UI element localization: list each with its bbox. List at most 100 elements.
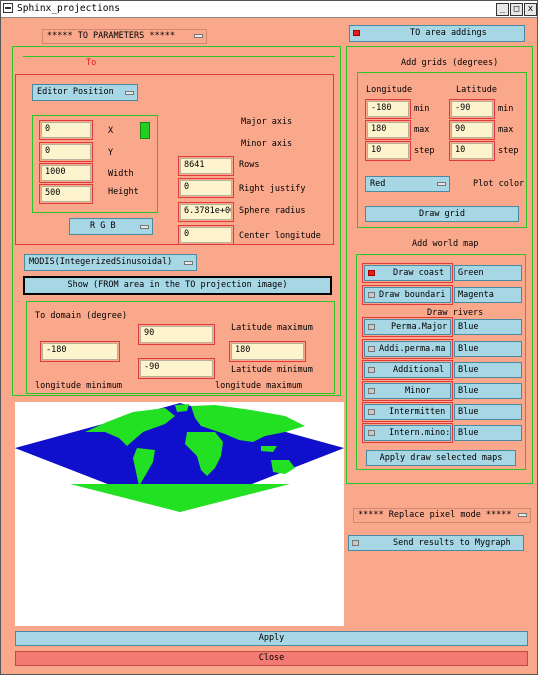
width-field-frame: 1000	[39, 163, 93, 183]
window-menu-icon[interactable]	[3, 3, 13, 13]
editor-position-label: Editor Position	[37, 87, 114, 97]
river-toggle-addi-perma[interactable]: Addi.perma.ma	[364, 341, 451, 357]
grid-lat-max-label: max	[498, 125, 514, 135]
grid-lat-min-input[interactable]: -90	[451, 101, 493, 117]
send-results-label: Send results to Mygraph	[393, 538, 511, 548]
height-label: Height	[108, 187, 139, 197]
river-label: Perma.Major	[391, 322, 448, 332]
apply-draw-selected-button[interactable]: Apply draw selected maps	[366, 450, 516, 466]
grid-lon-min-frame: -180	[365, 99, 411, 119]
minimize-button[interactable]: _	[496, 3, 509, 16]
toggle-indicator-icon	[368, 324, 375, 330]
grid-lat-step-frame: 10	[449, 141, 495, 161]
toggle-indicator-icon	[368, 270, 375, 276]
grid-lon-step-frame: 10	[365, 141, 411, 161]
draw-boundaries-label: Draw boundari	[379, 290, 446, 300]
lon-min-input[interactable]: -180	[42, 343, 118, 360]
river-toggle-additional[interactable]: Additional	[364, 362, 451, 378]
river-color-button[interactable]: Blue	[454, 404, 522, 420]
to-area-addings-label: TO area addings	[410, 28, 487, 38]
chevron-down-icon	[184, 261, 193, 265]
river-color-button[interactable]: Blue	[454, 383, 522, 399]
toggle-indicator-icon	[352, 540, 359, 546]
grid-lat-step-input[interactable]: 10	[451, 143, 493, 159]
lat-min-input[interactable]: 180	[231, 343, 304, 360]
close-button[interactable]: Close	[15, 651, 528, 666]
lat-max-input[interactable]: 90	[140, 326, 213, 343]
river-toggle-perma-major[interactable]: Perma.Major	[364, 319, 451, 335]
right-justify-input[interactable]: 0	[180, 180, 232, 196]
river-color-button[interactable]: Blue	[454, 341, 522, 357]
sphere-radius-label: Sphere radius	[239, 206, 306, 216]
show-button[interactable]: Show (FROM area in the TO projection ima…	[23, 276, 332, 295]
lat-min-value-input[interactable]: -90	[140, 360, 213, 377]
replace-mode-dropdown[interactable]: ***** Replace pixel mode *****	[353, 508, 531, 523]
river-color-button[interactable]: Blue	[454, 319, 522, 335]
x-input[interactable]: 0	[41, 122, 91, 138]
river-label: Intern.mino:	[389, 428, 451, 438]
sphere-radius-input[interactable]: 6.3781e+06	[180, 204, 232, 220]
domain-title: To domain (degree)	[35, 311, 128, 321]
width-input[interactable]: 1000	[41, 165, 91, 181]
map-preview[interactable]	[15, 402, 344, 626]
longitude-header: Longitude	[366, 85, 413, 95]
grid-lon-max-input[interactable]: 180	[367, 122, 409, 138]
river-toggle-intern-minor[interactable]: Intern.mino:	[364, 425, 451, 441]
grid-color-label: Red	[370, 179, 386, 189]
lat-min-label: Latitude minimum	[231, 365, 313, 375]
sphere-radius-field-frame: 6.3781e+06	[178, 202, 234, 222]
right-justify-label: Right justify	[239, 184, 306, 194]
mode-dropdown[interactable]: ***** TO PARAMETERS *****	[42, 29, 207, 44]
world-map-image	[15, 403, 344, 512]
grid-lat-max-input[interactable]: 90	[451, 122, 493, 138]
boundaries-color-button[interactable]: Magenta	[454, 287, 522, 303]
right-justify-field-frame: 0	[178, 178, 234, 198]
projection-dropdown[interactable]: MODIS(IntegerizedSinusoidal)	[24, 254, 197, 271]
river-color-button[interactable]: Blue	[454, 362, 522, 378]
rgb-dropdown[interactable]: R G B	[69, 218, 153, 235]
y-label: Y	[108, 148, 114, 158]
toggle-indicator-icon	[368, 388, 375, 394]
close-window-button[interactable]: x	[524, 3, 537, 16]
river-color-button[interactable]: Blue	[454, 425, 522, 441]
maximize-button[interactable]: □	[510, 3, 523, 16]
to-area-addings-toggle[interactable]: TO area addings	[349, 25, 525, 42]
grid-lon-step-input[interactable]: 10	[367, 143, 409, 159]
river-toggle-minor[interactable]: Minor	[364, 383, 451, 399]
grid-color-dropdown[interactable]: Red	[365, 176, 450, 192]
river-label: Additional	[393, 365, 445, 375]
height-input[interactable]: 500	[41, 186, 91, 202]
grid-lon-min-input[interactable]: -180	[367, 101, 409, 117]
toggle-indicator-icon	[368, 292, 375, 298]
draw-boundaries-toggle[interactable]: Draw boundari	[364, 287, 451, 303]
projection-dropdown-label: MODIS(IntegerizedSinusoidal)	[29, 257, 173, 267]
rows-input[interactable]: 8641	[180, 158, 232, 174]
coast-color-button[interactable]: Green	[454, 265, 522, 281]
editor-position-dropdown[interactable]: Editor Position	[32, 84, 138, 101]
river-label: Addi.perma.ma	[379, 344, 446, 354]
major-axis-label: Major axis	[241, 117, 293, 127]
x-field-frame: 0	[39, 120, 93, 140]
toggle-indicator-icon	[368, 367, 375, 373]
chevron-down-icon	[518, 513, 527, 517]
draw-grid-button[interactable]: Draw grid	[365, 206, 519, 222]
position-indicator[interactable]	[140, 122, 150, 139]
y-field-frame: 0	[39, 142, 93, 162]
draw-coast-label: Draw coast	[393, 268, 445, 278]
window-title: Sphinx_projections	[17, 3, 120, 14]
apply-button[interactable]: Apply	[15, 631, 528, 646]
river-toggle-intermittent[interactable]: Intermitten	[364, 404, 451, 420]
lon-max-label: longitude maximum	[215, 381, 302, 391]
send-results-toggle[interactable]: Send results to Mygraph	[348, 535, 524, 551]
rgb-dropdown-label: R G B	[90, 221, 116, 231]
y-input[interactable]: 0	[41, 144, 91, 160]
lat-max-label: Latitude maximum	[231, 323, 313, 333]
center-longitude-input[interactable]: 0	[180, 227, 232, 243]
plot-color-label: Plot color	[473, 179, 525, 189]
draw-coast-toggle[interactable]: Draw coast	[364, 265, 451, 281]
replace-mode-label: ***** Replace pixel mode *****	[358, 510, 512, 520]
lon-min-label: longitude minimum	[35, 381, 122, 391]
world-map-title: Add world map	[412, 239, 479, 249]
map-land-antarctica	[70, 484, 290, 512]
grid-lat-step-label: step	[498, 146, 519, 156]
